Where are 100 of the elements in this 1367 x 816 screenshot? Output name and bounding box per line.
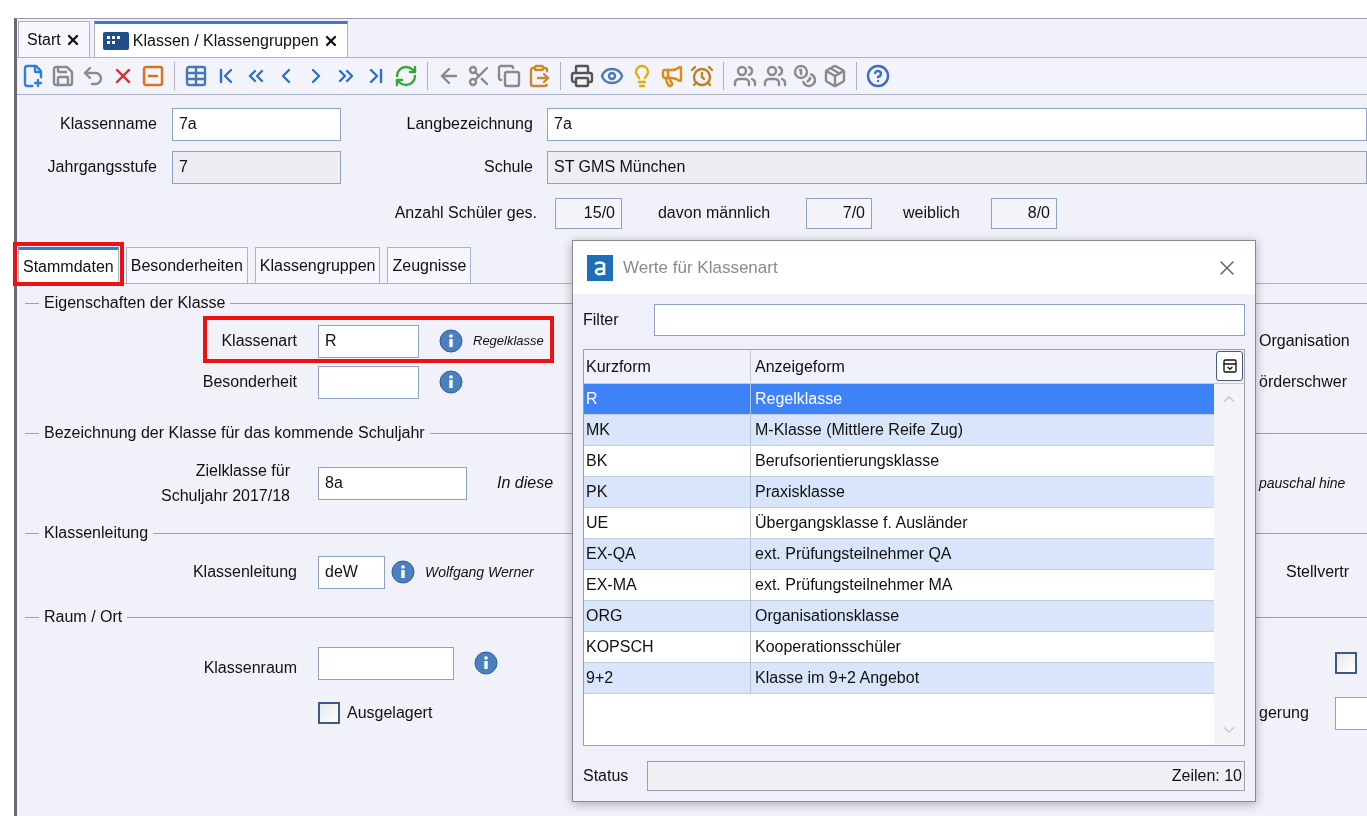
field-label: Klassenname [59,114,157,134]
package-icon[interactable] [823,64,847,88]
table-cell-text: Übergangsklasse f. Ausländer [754,513,969,533]
column-header[interactable]: Anzeigeform [751,350,1216,383]
input-field[interactable]: deW [318,555,385,589]
input-field[interactable]: ST GMS München [547,150,1367,184]
field-label: weiblich [902,203,961,223]
field-label: Organisation [1259,331,1351,351]
cut-icon[interactable] [467,64,491,88]
table-cell: ORG [584,601,751,631]
print-icon[interactable] [570,64,594,88]
table-row[interactable]: KOPSCH Kooperationsschüler [584,632,1214,663]
info-icon[interactable] [439,370,463,394]
info-icon[interactable] [439,329,463,353]
field-label: Zielklasse für [195,461,290,481]
table-cell: EX-MA [584,570,751,600]
checkbox-label[interactable]: Ausgelagert [347,701,433,725]
table-cell-text: Regelklasse [754,389,844,409]
table-cell: 9+2 [584,663,751,693]
coin-icon[interactable] [793,64,817,88]
table-row[interactable]: R Regelklasse [584,384,1214,415]
description-text: Wolfgang Werner [425,562,534,582]
dialog-title: Werte für Klassenart [623,256,778,279]
section-title: Eigenschaften der Klasse [43,293,227,313]
new-document-icon[interactable] [21,64,45,88]
status-field: Zeilen: 10 [647,761,1245,792]
table-row[interactable]: UE Übergangsklasse f. Ausländer [584,508,1214,539]
field-label: Schule [482,157,533,177]
filter-field[interactable] [654,304,1245,336]
field-label: Anzahl Schüler ges. [393,203,537,223]
undo-icon[interactable] [81,64,105,88]
tab[interactable]: Klassengruppen [254,247,381,283]
alarm-clock-icon[interactable] [690,64,714,88]
table-icon[interactable] [184,64,208,88]
input-field[interactable]: R [318,324,419,358]
field-label: Jahrgangsstufe [46,157,157,177]
field-label: Besonderheit [201,372,297,392]
app-logo-icon [587,254,613,281]
table-cell-text: ext. Prüfungsteilnehmer MA [754,575,954,595]
paste-icon[interactable] [527,64,551,88]
help-icon[interactable] [866,64,890,88]
table-row[interactable]: EX-QA ext. Prüfungsteilnehmer QA [584,539,1214,570]
tab[interactable]: Stammdaten [18,247,119,283]
field-label: Klassenleitung [191,562,297,582]
document-tab[interactable]: Klassen / Klassengruppen [93,21,348,57]
input-field[interactable]: 8a [318,466,467,500]
input-field[interactable] [318,365,419,399]
table-row[interactable]: EX-MA ext. Prüfungsteilnehmer MA [584,570,1214,601]
save-icon[interactable] [51,64,75,88]
table-cell-text: Kooperationsschüler [754,637,902,657]
table-cell: KOPSCH [584,632,751,662]
input-field[interactable]: 7a [171,107,341,141]
table-row[interactable]: 9+2 Klasse im 9+2 Angebot [584,663,1214,694]
tab-label[interactable]: Klassen / Klassengruppen [132,28,319,53]
count-field: 7/0 [806,197,872,229]
checkbox[interactable] [318,702,340,724]
table-cell-text: Klasse im 9+2 Angebot [754,668,921,688]
input-field[interactable]: 7 [171,150,341,184]
description-text: Regelklasse [473,332,544,351]
info-icon[interactable] [391,560,415,584]
section-title: Klassenleitung [43,523,150,543]
column-header[interactable]: Kurzform [584,350,751,383]
megaphone-icon[interactable] [660,64,684,88]
field-label: Klassenraum [202,658,297,678]
remove-form-icon[interactable] [141,64,165,88]
table-row[interactable]: BK Berufsorientierungsklasse [584,446,1214,477]
field-label: Schuljahr 2017/18 [161,486,290,506]
section-title: Bezeichnung der Klasse für das kommende Schuljahr [43,423,426,443]
table-cell-text: M-Klasse (Mittlere Reife Zug) [754,420,965,440]
tab-label[interactable]: Start [27,27,61,52]
field-label: Filter [583,310,620,330]
document-tab[interactable]: Start [18,21,90,57]
tab[interactable]: Zeugnisse [387,247,472,283]
field-label: davon männlich [656,203,772,223]
copy-icon[interactable] [497,64,521,88]
table-cell-text: Berufsorientierungsklasse [754,451,941,471]
table-row[interactable]: MK M-Klasse (Mittlere Reife Zug) [584,415,1214,446]
grid-icon [102,31,129,50]
table-cell: PK [584,477,751,507]
note-text: In diese [497,473,554,493]
info-icon[interactable] [474,651,498,675]
users-icon[interactable] [733,64,757,88]
refresh-icon[interactable] [394,64,418,88]
field-label: örderschwer [1259,372,1349,392]
field-label: gerung [1259,703,1310,723]
table-row[interactable]: ORG Organisationsklasse [584,601,1214,632]
field-label: Stellvertr [1286,562,1351,582]
users-icon[interactable] [763,64,787,88]
column-chooser-button[interactable] [1216,351,1243,381]
section-title: Raum / Ort [43,607,124,627]
table-cell: R [584,384,751,414]
checkbox[interactable] [1335,652,1357,674]
input-field[interactable] [1335,696,1367,730]
table-cell-text: Organisationsklasse [754,606,901,626]
table-row[interactable]: PK Praxisklasse [584,477,1214,508]
input-field[interactable]: 7a [547,107,1367,141]
tab[interactable]: Besonderheiten [125,247,248,283]
table-cell: EX-QA [584,539,751,569]
input-field[interactable] [318,646,454,680]
count-field: 15/0 [555,197,622,229]
